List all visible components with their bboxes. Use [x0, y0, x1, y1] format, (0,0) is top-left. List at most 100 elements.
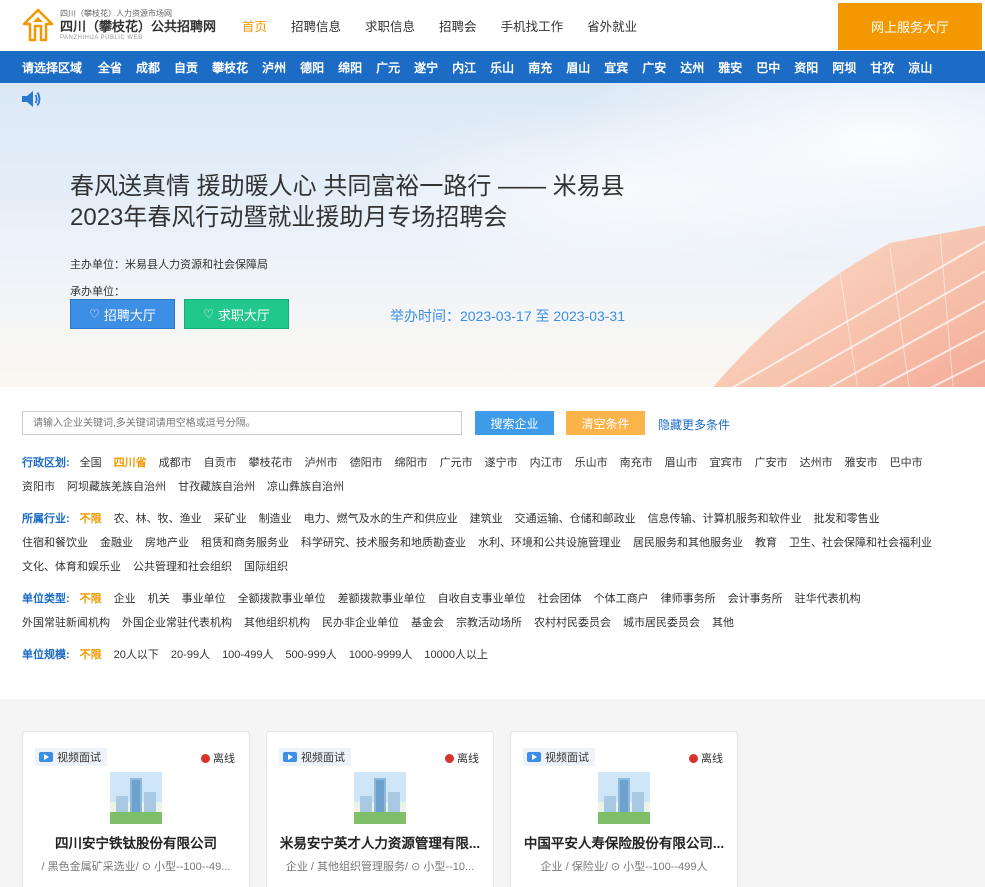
online-service-hall-button[interactable]: 网上服务大厅 [838, 3, 982, 50]
filter-option[interactable]: 资阳市 [22, 475, 55, 499]
filter-option[interactable]: 基金会 [411, 611, 444, 635]
filter-option[interactable]: 租赁和商务服务业 [201, 531, 289, 555]
filter-option[interactable]: 20人以下 [114, 643, 159, 667]
filter-option[interactable]: 企业 [114, 587, 136, 611]
filter-option[interactable]: 宗教活动场所 [456, 611, 522, 635]
filter-option[interactable]: 农、林、牧、渔业 [114, 507, 202, 531]
filter-option[interactable]: 个体工商户 [594, 587, 649, 611]
filter-option[interactable]: 农村村民委员会 [534, 611, 611, 635]
filter-option[interactable]: 不限 [80, 587, 102, 611]
filter-option[interactable]: 制造业 [259, 507, 292, 531]
filter-option[interactable]: 遂宁市 [485, 451, 518, 475]
region-item[interactable]: 绵阳 [338, 59, 362, 76]
company-card[interactable]: 视频面试 离线 中国平安人寿保险股份有限公司... 企业 / 保险业/ ⊙ 小型--1… [510, 731, 738, 887]
filter-option[interactable]: 驻华代表机构 [795, 587, 861, 611]
region-item[interactable]: 自贡 [174, 59, 198, 76]
region-item[interactable]: 成都 [136, 59, 160, 76]
site-logo[interactable]: 四川（攀枝花）人力资源市场网 四川（攀枝花）公共招聘网 PANZHIHUA PU… [22, 8, 216, 42]
nav-recruit-info[interactable]: 招聘信息 [291, 16, 341, 35]
filter-option[interactable]: 宜宾市 [710, 451, 743, 475]
filter-option[interactable]: 达州市 [800, 451, 833, 475]
filter-option[interactable]: 攀枝花市 [249, 451, 293, 475]
filter-option[interactable]: 民办非企业单位 [322, 611, 399, 635]
region-item[interactable]: 雅安 [718, 59, 742, 76]
filter-option[interactable]: 凉山彝族自治州 [267, 475, 344, 499]
filter-option[interactable]: 事业单位 [182, 587, 226, 611]
speaker-icon[interactable] [20, 88, 42, 110]
filter-option[interactable]: 交通运输、仓储和邮政业 [515, 507, 636, 531]
filter-option[interactable]: 水利、环境和公共设施管理业 [478, 531, 621, 555]
clear-conditions-button[interactable]: 清空条件 [566, 411, 645, 435]
company-card[interactable]: 视频面试 离线 四川安宁铁钛股份有限公司 / 黑色金属矿采选业/ ⊙ 小型--100-… [22, 731, 250, 887]
filter-option[interactable]: 全额拨款事业单位 [238, 587, 326, 611]
filter-option[interactable]: 科学研究、技术服务和地质勘查业 [301, 531, 466, 555]
filter-option[interactable]: 内江市 [530, 451, 563, 475]
nav-mobile-jobs[interactable]: 手机找工作 [501, 16, 564, 35]
filter-option[interactable]: 500-999人 [285, 643, 336, 667]
filter-option[interactable]: 绵阳市 [395, 451, 428, 475]
region-select-label[interactable]: 请选择区域 [22, 59, 82, 76]
filter-option[interactable]: 公共管理和社会组织 [133, 555, 232, 579]
nav-job-seeking[interactable]: 求职信息 [365, 16, 415, 35]
filter-option[interactable]: 外国常驻新闻机构 [22, 611, 110, 635]
filter-option[interactable]: 批发和零售业 [814, 507, 880, 531]
filter-option[interactable]: 住宿和餐饮业 [22, 531, 88, 555]
nav-home[interactable]: 首页 [242, 16, 267, 35]
region-item[interactable]: 阿坝 [832, 59, 856, 76]
region-item[interactable]: 乐山 [490, 59, 514, 76]
filter-option[interactable]: 巴中市 [890, 451, 923, 475]
filter-option[interactable]: 机关 [148, 587, 170, 611]
filter-option[interactable]: 采矿业 [214, 507, 247, 531]
region-item[interactable]: 甘孜 [870, 59, 894, 76]
company-card[interactable]: 视频面试 离线 米易安宁英才人力资源管理有限... 企业 / 其他组织管理服务/ ⊙ … [266, 731, 494, 887]
filter-option[interactable]: 1000-9999人 [349, 643, 413, 667]
toggle-more-conditions-link[interactable]: 隐藏更多条件 [658, 416, 730, 433]
filter-option[interactable]: 四川省 [114, 451, 147, 475]
filter-option[interactable]: 律师事务所 [661, 587, 716, 611]
filter-option[interactable]: 成都市 [159, 451, 192, 475]
region-item[interactable]: 遂宁 [414, 59, 438, 76]
filter-option[interactable]: 10000人以上 [424, 643, 488, 667]
filter-option[interactable]: 房地产业 [145, 531, 189, 555]
filter-option[interactable]: 甘孜藏族自治州 [178, 475, 255, 499]
filter-option[interactable]: 社会团体 [538, 587, 582, 611]
filter-option[interactable]: 不限 [80, 507, 102, 531]
filter-option[interactable]: 广元市 [440, 451, 473, 475]
region-item[interactable]: 达州 [680, 59, 704, 76]
filter-option[interactable]: 电力、燃气及水的生产和供应业 [304, 507, 458, 531]
region-item[interactable]: 泸州 [262, 59, 286, 76]
filter-option[interactable]: 泸州市 [305, 451, 338, 475]
job-hall-button[interactable]: ♡ 求职大厅 [184, 299, 289, 329]
filter-option[interactable]: 广安市 [755, 451, 788, 475]
filter-option[interactable]: 国际组织 [244, 555, 288, 579]
filter-option[interactable]: 雅安市 [845, 451, 878, 475]
region-item[interactable]: 南充 [528, 59, 552, 76]
recruit-hall-button[interactable]: ♡ 招聘大厅 [70, 299, 175, 329]
nav-job-fair[interactable]: 招聘会 [439, 16, 477, 35]
region-item[interactable]: 眉山 [566, 59, 590, 76]
filter-option[interactable]: 文化、体育和娱乐业 [22, 555, 121, 579]
region-item[interactable]: 资阳 [794, 59, 818, 76]
filter-option[interactable]: 其他组织机构 [244, 611, 310, 635]
company-name[interactable]: 中国平安人寿保险股份有限公司... [511, 832, 737, 852]
filter-option[interactable]: 乐山市 [575, 451, 608, 475]
filter-option[interactable]: 信息传输、计算机服务和软件业 [648, 507, 802, 531]
filter-option[interactable]: 自贡市 [204, 451, 237, 475]
filter-option[interactable]: 全国 [80, 451, 102, 475]
region-item[interactable]: 广安 [642, 59, 666, 76]
region-item[interactable]: 攀枝花 [212, 59, 248, 76]
filter-option[interactable]: 20-99人 [171, 643, 210, 667]
filter-option[interactable]: 外国企业常驻代表机构 [122, 611, 232, 635]
region-item[interactable]: 凉山 [908, 59, 932, 76]
filter-option[interactable]: 居民服务和其他服务业 [633, 531, 743, 555]
filter-option[interactable]: 眉山市 [665, 451, 698, 475]
region-item[interactable]: 全省 [98, 59, 122, 76]
filter-option[interactable]: 建筑业 [470, 507, 503, 531]
filter-option[interactable]: 差额拨款事业单位 [338, 587, 426, 611]
region-item[interactable]: 宜宾 [604, 59, 628, 76]
filter-option[interactable]: 德阳市 [350, 451, 383, 475]
region-item[interactable]: 德阳 [300, 59, 324, 76]
filter-option[interactable]: 卫生、社会保障和社会福利业 [789, 531, 932, 555]
filter-option[interactable]: 会计事务所 [728, 587, 783, 611]
filter-option[interactable]: 100-499人 [222, 643, 273, 667]
